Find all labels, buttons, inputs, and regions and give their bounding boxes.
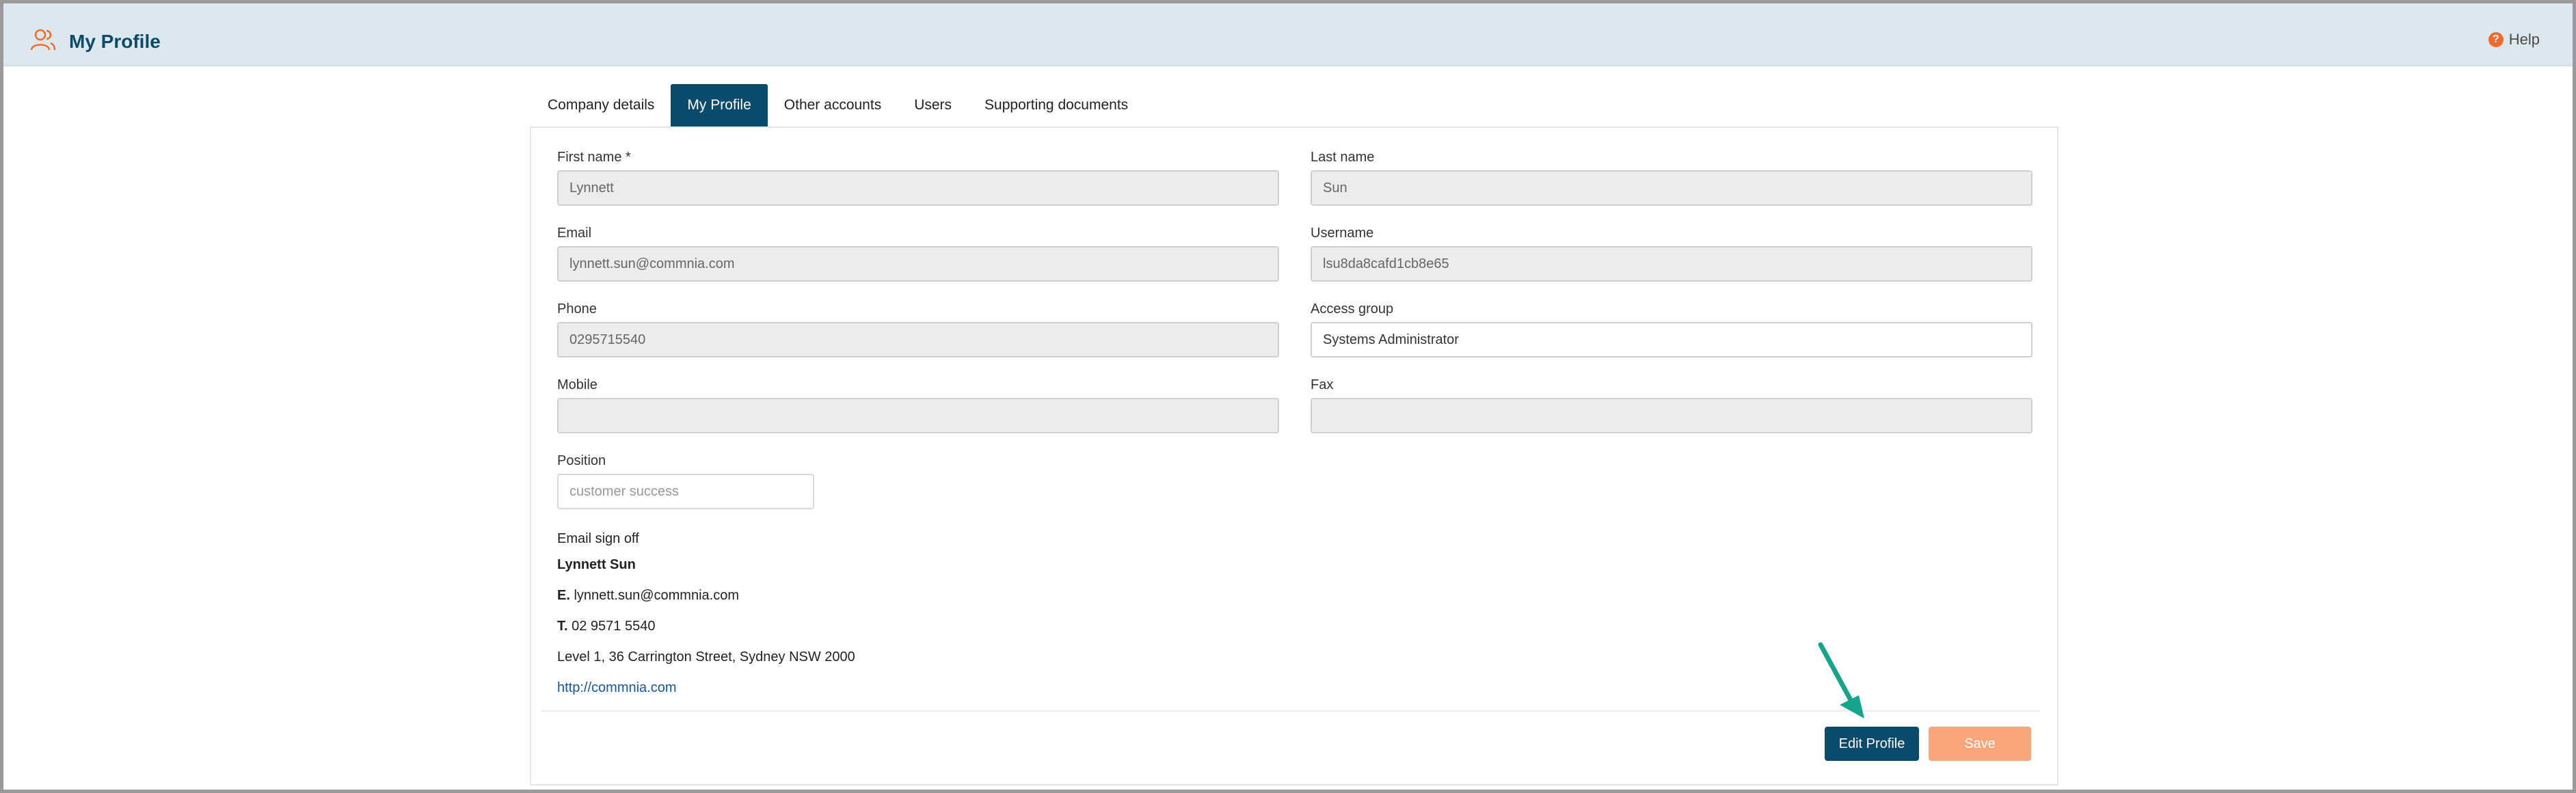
tab-users[interactable]: Users [898, 84, 968, 126]
user-group-icon [30, 29, 56, 51]
signoff-email-prefix: E. [557, 588, 570, 603]
fax-label: Fax [1311, 377, 1334, 392]
mobile-input[interactable] [557, 398, 1279, 433]
signoff-phone-prefix: T. [557, 619, 568, 634]
edit-profile-button[interactable]: Edit Profile [1825, 727, 1919, 761]
tab-my-profile[interactable]: My Profile [671, 84, 768, 126]
page-header: My Profile ? Help [3, 3, 2573, 66]
profile-tabs: Company details My Profile Other account… [531, 84, 1144, 126]
first-name-input[interactable]: Lynnett [557, 170, 1279, 206]
mobile-label: Mobile [557, 377, 598, 392]
email-input[interactable]: lynnett.sun@commnia.com [557, 246, 1279, 282]
tab-other-accounts[interactable]: Other accounts [768, 84, 898, 126]
email-label: Email [557, 226, 592, 241]
phone-input[interactable]: 0295715540 [557, 322, 1279, 358]
last-name-label: Last name [1311, 150, 1375, 165]
app-window: My Profile ? Help Company details My Pro… [0, 0, 2576, 793]
signoff-name: Lynnett Sun [557, 557, 636, 572]
page-title: My Profile [69, 31, 161, 52]
signoff-phone: 02 9571 5540 [572, 619, 656, 634]
help-label: Help [2508, 31, 2540, 48]
tab-supporting-documents[interactable]: Supporting documents [968, 84, 1144, 126]
username-label: Username [1311, 226, 1374, 241]
fax-input[interactable] [1311, 398, 2032, 433]
annotation-arrow-icon [1818, 642, 1864, 718]
signoff-website-link[interactable]: http://commnia.com [557, 680, 677, 696]
signoff-phone-line: T. 02 9571 5540 [557, 619, 655, 634]
save-button[interactable]: Save [1929, 727, 2031, 761]
signoff-email-line: E. lynnett.sun@commnia.com [557, 588, 739, 604]
signoff-address: Level 1, 36 Carrington Street, Sydney NS… [557, 649, 855, 664]
signoff-label: Email sign off [557, 531, 639, 546]
tab-company-details[interactable]: Company details [531, 84, 671, 126]
position-label: Position [557, 453, 606, 468]
position-input[interactable]: customer success [557, 474, 814, 509]
help-link[interactable]: ? Help [2488, 31, 2540, 49]
access-group-input[interactable]: Systems Administrator [1311, 322, 2032, 358]
first-name-label: First name * [557, 150, 631, 165]
phone-label: Phone [557, 301, 597, 317]
signoff-email: lynnett.sun@commnia.com [574, 588, 739, 603]
username-input[interactable]: lsu8da8cafd1cb8e65 [1311, 246, 2032, 282]
access-group-label: Access group [1311, 301, 1394, 317]
last-name-input[interactable]: Sun [1311, 170, 2032, 206]
question-circle-icon: ? [2488, 32, 2504, 47]
